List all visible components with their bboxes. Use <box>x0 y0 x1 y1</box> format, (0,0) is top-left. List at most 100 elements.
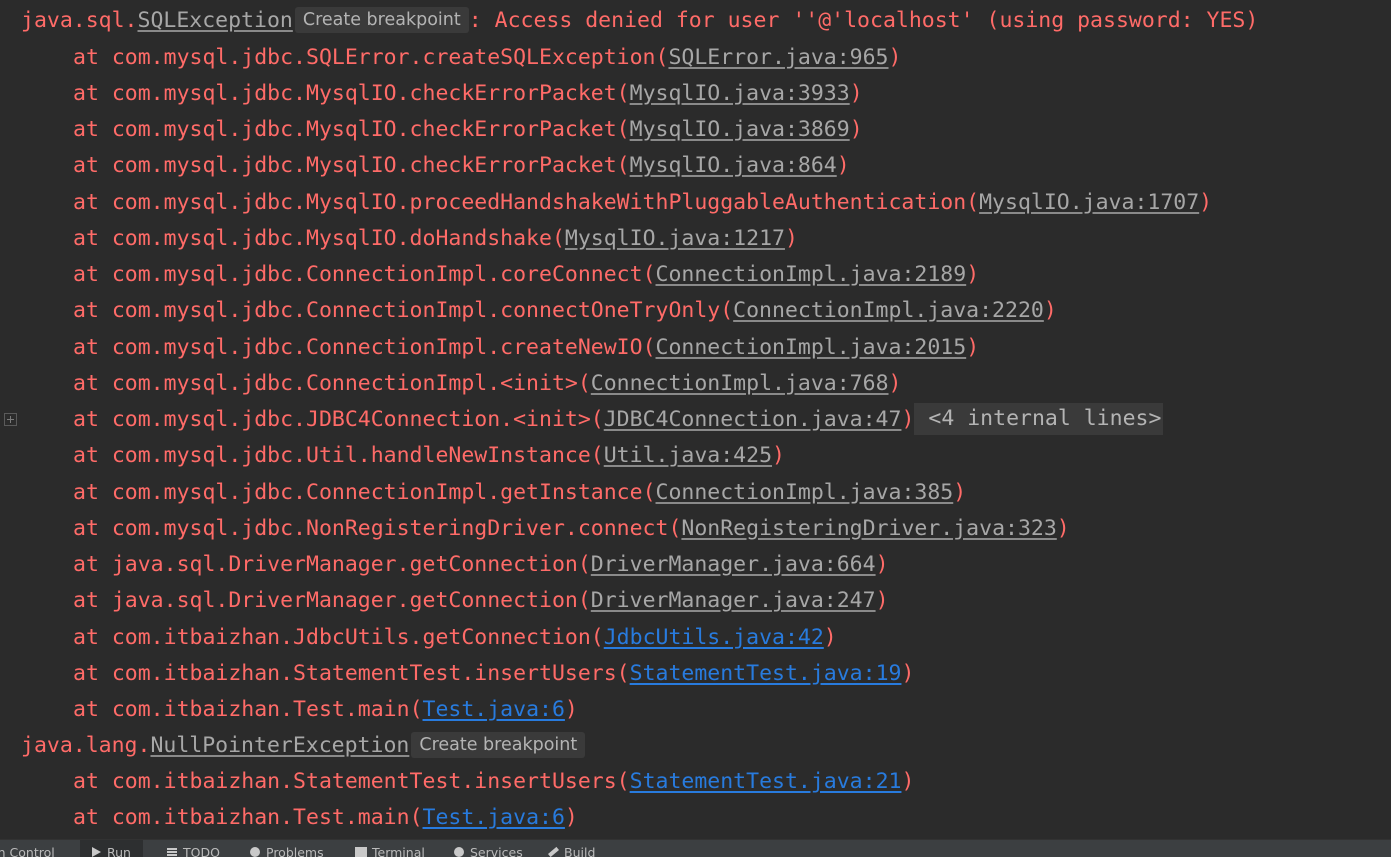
source-location-link[interactable]: Test.java:6 <box>423 805 565 830</box>
tool-tab-services[interactable]: Services <box>445 840 531 857</box>
source-location-link[interactable]: ConnectionImpl.java:2220 <box>733 298 1044 323</box>
frame-method: com.itbaizhan.Test.main <box>111 697 410 722</box>
tool-tab-todo[interactable]: TODO <box>158 840 228 857</box>
expand-fold-icon[interactable] <box>4 413 17 426</box>
exception-class-link[interactable]: SQLException <box>138 8 293 33</box>
frame-at-prefix: at <box>73 769 112 794</box>
frame-at-prefix: at <box>73 660 112 686</box>
frame-method: com.mysql.jdbc.MysqlIO.proceedHandshakeW… <box>111 189 967 215</box>
source-location-link[interactable]: StatementTest.java:19 <box>630 661 902 686</box>
source-location-link[interactable]: DriverManager.java:664 <box>591 552 876 577</box>
source-location-link[interactable]: Test.java:6 <box>423 697 565 722</box>
source-location-link[interactable]: MysqlIO.java:1707 <box>979 190 1199 215</box>
frame-at-prefix: at <box>73 189 112 215</box>
stack-frame-line: at java.sql.DriverManager.getConnection(… <box>0 547 889 583</box>
source-location-link[interactable]: MysqlIO.java:3933 <box>630 81 850 106</box>
stack-frame-line: at com.mysql.jdbc.MysqlIO.proceedHandsha… <box>0 185 1212 221</box>
frame-method: com.mysql.jdbc.ConnectionImpl.<init> <box>111 370 578 396</box>
frame-paren-open: ( <box>590 443 604 469</box>
stack-frame-line: at com.mysql.jdbc.MysqlIO.checkErrorPack… <box>0 76 863 112</box>
tool-tab-run[interactable]: Run <box>80 840 143 857</box>
source-location-link[interactable]: DriverManager.java:247 <box>591 588 876 613</box>
source-location-link[interactable]: MysqlIO.java:864 <box>630 153 837 178</box>
frame-paren-open: ( <box>577 370 591 396</box>
frame-method: com.mysql.jdbc.JDBC4Connection.<init> <box>111 407 591 432</box>
frame-paren-open: ( <box>642 262 656 287</box>
frame-paren-open: ( <box>616 117 630 142</box>
frame-method: com.mysql.jdbc.MysqlIO.checkErrorPacket <box>111 117 617 142</box>
frame-method: com.mysql.jdbc.NonRegisteringDriver.conn… <box>111 515 669 541</box>
frame-paren-close: ) <box>564 697 578 722</box>
internal-lines-fold[interactable]: <4 internal lines> <box>914 403 1164 435</box>
frame-paren-open: ( <box>966 189 980 215</box>
create-breakpoint-button[interactable]: Create breakpoint <box>294 7 469 33</box>
frame-paren-close: ) <box>836 153 850 179</box>
frame-at-prefix: at <box>73 298 112 324</box>
stack-frame-line: at com.mysql.jdbc.ConnectionImpl.getInst… <box>0 475 966 511</box>
tool-tab-build[interactable]: Build <box>539 840 603 857</box>
frame-at-prefix: at <box>73 225 112 251</box>
tool-tab-label: Problems <box>266 845 324 857</box>
frame-method: java.sql.DriverManager.getConnection <box>111 552 578 577</box>
frame-paren-close: ) <box>1199 189 1213 215</box>
frame-paren-open: ( <box>642 334 656 360</box>
frame-method: com.mysql.jdbc.ConnectionImpl.createNewI… <box>111 334 643 360</box>
source-location-link[interactable]: SQLError.java:965 <box>668 45 888 70</box>
frame-paren-open: ( <box>616 80 630 106</box>
frame-paren-close: ) <box>875 552 889 577</box>
source-location-link[interactable]: MysqlIO.java:1217 <box>565 226 785 251</box>
frame-method: com.itbaizhan.JdbcUtils.getConnection <box>111 624 591 650</box>
frame-paren-open: ( <box>616 153 630 179</box>
stack-frame-line: at com.mysql.jdbc.MysqlIO.checkErrorPack… <box>0 112 863 148</box>
frame-at-prefix: at <box>73 552 112 577</box>
exception-message: : Access denied for user ''@'localhost' … <box>468 8 1259 33</box>
tool-tab-label: Build <box>564 845 596 857</box>
tool-tab-on-control[interactable]: on Control <box>0 840 63 857</box>
stack-frame-line: at com.mysql.jdbc.ConnectionImpl.connect… <box>0 293 1057 329</box>
source-location-link[interactable]: ConnectionImpl.java:385 <box>656 480 954 505</box>
frame-paren-close: ) <box>772 443 785 469</box>
source-location-link[interactable]: StatementTest.java:21 <box>630 769 902 794</box>
exception-line-nullpointer: java.lang.NullPointerException Create bre… <box>0 728 586 764</box>
frame-paren-open: ( <box>616 660 630 686</box>
frame-paren-close: ) <box>564 805 578 831</box>
source-location-link[interactable]: ConnectionImpl.java:2189 <box>656 262 967 287</box>
source-location-link[interactable]: ConnectionImpl.java:2015 <box>656 335 967 360</box>
frame-method: java.sql.DriverManager.getConnection <box>111 588 578 614</box>
frame-paren-open: ( <box>720 298 734 324</box>
source-location-link[interactable]: JDBC4Connection.java:47 <box>604 407 902 432</box>
frame-paren-close: ) <box>966 262 980 287</box>
run-console-output[interactable]: java.sql.SQLException Create breakpoint: … <box>0 0 1391 839</box>
frame-at-prefix: at <box>73 697 112 722</box>
source-location-link[interactable]: ConnectionImpl.java:768 <box>591 371 889 396</box>
frame-paren-close: ) <box>1056 515 1070 541</box>
todo-icon <box>166 846 178 857</box>
frame-paren-open: ( <box>409 697 423 722</box>
source-location-link[interactable]: JdbcUtils.java:42 <box>604 625 824 650</box>
source-location-link[interactable]: NonRegisteringDriver.java:323 <box>681 516 1056 541</box>
frame-paren-open: ( <box>409 805 423 831</box>
frame-paren-close: ) <box>901 769 915 794</box>
exception-class-link[interactable]: NullPointerException <box>150 733 409 758</box>
tool-tab-terminal[interactable]: Terminal <box>347 840 433 857</box>
stack-frame-line: at com.mysql.jdbc.MysqlIO.checkErrorPack… <box>0 148 850 184</box>
tool-window-bar: on Control Run TODO Problems Terminal Service… <box>0 839 1391 857</box>
frame-method: com.mysql.jdbc.ConnectionImpl.coreConnec… <box>111 262 643 287</box>
source-location-link[interactable]: Util.java:425 <box>604 443 772 468</box>
frame-paren-close: ) <box>953 479 967 505</box>
stack-frame-line: at com.mysql.jdbc.ConnectionImpl.<init>(… <box>0 366 901 402</box>
frame-paren-open: ( <box>616 769 630 794</box>
frame-paren-close: ) <box>888 370 902 396</box>
frame-method: com.itbaizhan.StatementTest.insertUsers <box>111 660 617 686</box>
tool-tab-problems[interactable]: Problems <box>241 840 332 857</box>
source-location-link[interactable]: MysqlIO.java:3869 <box>630 117 850 142</box>
exception-package: java.lang. <box>21 733 151 758</box>
create-breakpoint-button[interactable]: Create breakpoint <box>411 732 586 758</box>
stack-frame-line: at com.mysql.jdbc.JDBC4Connection.<init>… <box>0 402 1164 438</box>
frame-paren-open: ( <box>590 624 604 650</box>
frame-at-prefix: at <box>73 370 112 396</box>
frame-at-prefix: at <box>73 334 112 360</box>
tool-tab-label: on Control <box>0 845 55 857</box>
frame-paren-open: ( <box>668 515 682 541</box>
frame-paren-close: ) <box>875 588 889 614</box>
